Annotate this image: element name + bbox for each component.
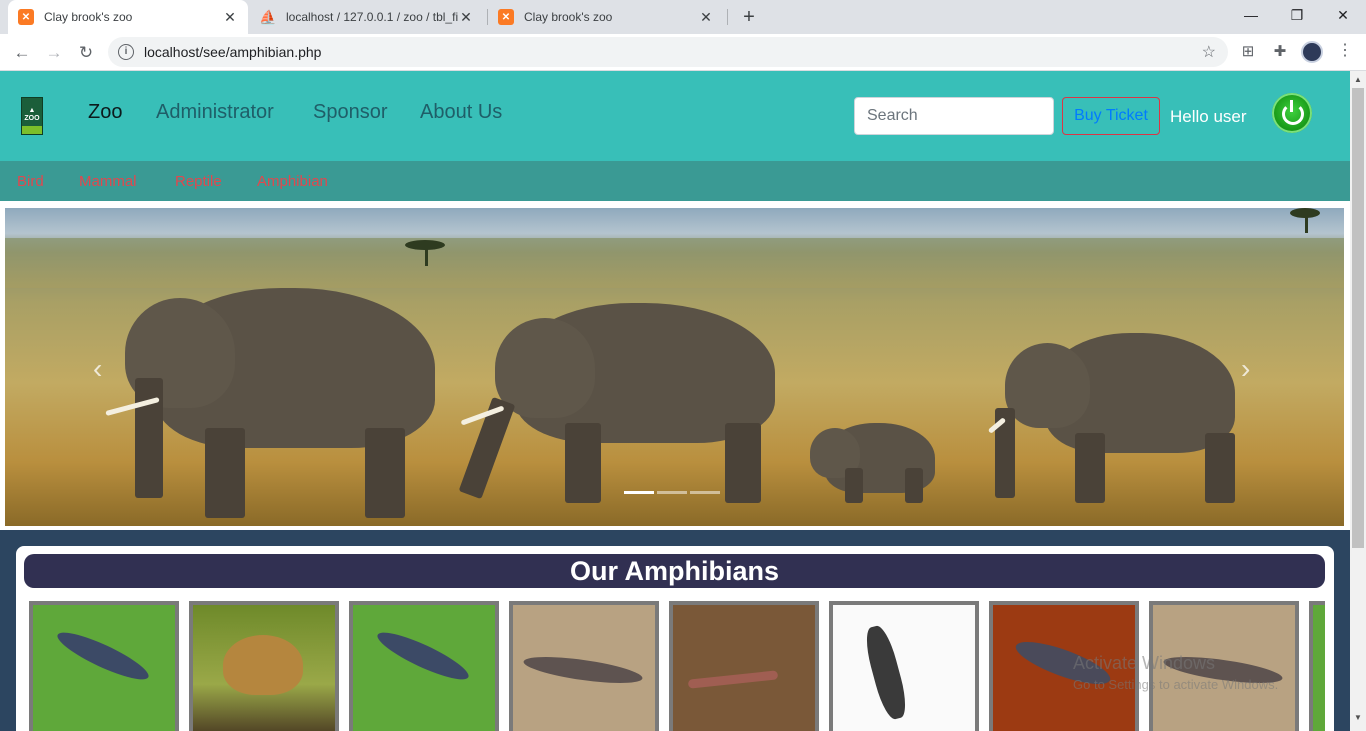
page-viewport: ▲ ZOO Zoo Administrator Sponsor About Us …: [0, 71, 1350, 731]
nav-brand-zoo[interactable]: Zoo: [88, 101, 122, 124]
carousel-prev-icon[interactable]: ‹: [93, 353, 102, 385]
browser-tab-2[interactable]: ⛵ localhost / 127.0.0.1 / zoo / tbl_fi ✕: [250, 0, 484, 34]
forward-arrow-icon[interactable]: →: [40, 39, 68, 67]
xampp-favicon-icon: ✕: [18, 9, 34, 25]
acacia-trunk: [425, 246, 428, 266]
elephant-leg: [365, 428, 405, 518]
subnav-link-bird[interactable]: Bird: [17, 173, 44, 190]
buy-ticket-button[interactable]: Buy Ticket: [1062, 97, 1160, 135]
carousel-next-icon[interactable]: ›: [1241, 353, 1250, 385]
amphibian-image: [33, 605, 175, 731]
amphibian-thumbnail[interactable]: [189, 601, 339, 731]
carousel-indicator[interactable]: [690, 491, 720, 494]
nav-link-administrator[interactable]: Administrator: [156, 101, 274, 124]
close-tab-icon[interactable]: ✕: [222, 9, 238, 26]
hero-carousel[interactable]: ‹ ›: [5, 208, 1344, 526]
browser-tab-3[interactable]: ✕ Clay brook's zoo ✕: [488, 0, 724, 34]
scroll-up-icon[interactable]: ▲: [1354, 75, 1362, 84]
extensions-puzzle-icon[interactable]: ✚: [1270, 42, 1290, 62]
apps-grid-icon[interactable]: ⊞: [1238, 42, 1258, 62]
address-bar[interactable]: i localhost/see/amphibian.php ☆: [108, 37, 1228, 67]
browser-tabstrip: ✕ Clay brook's zoo ✕ ⛵ localhost / 127.0…: [0, 0, 1366, 34]
browser-tab-1[interactable]: ✕ Clay brook's zoo ✕: [8, 0, 248, 34]
salamander-shape: [861, 623, 911, 722]
category-subnav: Bird Mammal Reptile Amphibian: [0, 161, 1350, 201]
reload-icon[interactable]: ↻: [72, 39, 100, 67]
tab-title: localhost / 127.0.0.1 / zoo / tbl_fi: [286, 10, 458, 24]
browser-toolbar: ← → ↻ i localhost/see/amphibian.php ☆ ⊞ …: [0, 34, 1366, 71]
amphibian-thumbnail[interactable]: [509, 601, 659, 731]
windows-watermark-title: Activate Windows: [1073, 653, 1216, 673]
frog-shape: [223, 635, 303, 695]
carousel-indicator[interactable]: [657, 491, 687, 494]
subnav-link-mammal[interactable]: Mammal: [79, 173, 137, 190]
xampp-favicon-icon: ✕: [498, 9, 514, 25]
user-greeting: Hello user: [1170, 107, 1247, 126]
subnav-link-reptile[interactable]: Reptile: [175, 173, 222, 190]
tab-title: Clay brook's zoo: [44, 10, 133, 24]
acacia-trunk: [1305, 213, 1308, 233]
close-tab-icon[interactable]: ✕: [698, 9, 714, 26]
profile-avatar[interactable]: [1301, 41, 1323, 63]
subnav-link-amphibian[interactable]: Amphibian: [257, 173, 328, 190]
nav-link-sponsor[interactable]: Sponsor: [313, 101, 388, 124]
elephant-leg: [725, 423, 761, 503]
power-logout-icon[interactable]: [1272, 93, 1312, 133]
amphibian-thumbnail[interactable]: [669, 601, 819, 731]
elephant-leg: [1205, 433, 1235, 503]
carousel-indicator[interactable]: [624, 491, 654, 494]
scrollbar-thumb[interactable]: [1352, 88, 1364, 548]
tab-title: Clay brook's zoo: [524, 10, 613, 24]
elephant-leg: [1075, 433, 1105, 503]
amphibian-thumbnail[interactable]: [29, 601, 179, 731]
top-navbar: ▲ ZOO Zoo Administrator Sponsor About Us …: [0, 71, 1350, 161]
amphibian-image: [673, 605, 815, 731]
back-arrow-icon[interactable]: ←: [8, 39, 36, 67]
address-url: localhost/see/amphibian.php: [144, 44, 322, 60]
salamander-shape: [373, 624, 473, 688]
page-scrollbar[interactable]: ▲ ▼: [1350, 71, 1366, 731]
bookmark-star-icon[interactable]: ☆: [1202, 42, 1216, 62]
elephant-leg: [845, 468, 863, 503]
phpmyadmin-favicon-icon: ⛵: [259, 8, 277, 25]
close-tab-icon[interactable]: ✕: [458, 9, 474, 26]
new-tab-icon[interactable]: +: [738, 5, 760, 29]
elephant-leg: [905, 468, 923, 503]
search-input[interactable]: [854, 97, 1054, 135]
zoo-logo[interactable]: ▲ ZOO: [21, 97, 43, 135]
amphibian-image: [1313, 605, 1325, 731]
amphibian-thumbnail[interactable]: [829, 601, 979, 731]
window-close-icon[interactable]: ✕: [1320, 0, 1366, 30]
site-info-icon[interactable]: i: [118, 44, 134, 60]
browser-menu-icon[interactable]: ⋮: [1337, 40, 1353, 60]
scroll-down-icon[interactable]: ▼: [1354, 713, 1362, 722]
caecilian-shape: [687, 670, 779, 689]
salamander-shape: [522, 651, 644, 689]
savanna-horizon: [5, 238, 1344, 288]
salamander-shape: [53, 624, 153, 688]
tab-separator: [727, 9, 728, 25]
amphibian-image: [193, 605, 335, 731]
logo-grass: [22, 126, 42, 134]
windows-watermark-subtitle: Go to Settings to activate Windows.: [1073, 677, 1279, 692]
amphibian-image: [353, 605, 495, 731]
elephant-trunk: [135, 378, 163, 498]
section-title: Our Amphibians: [24, 554, 1325, 588]
amphibian-image: [513, 605, 655, 731]
logo-mark: ▲ ZOO: [24, 107, 40, 122]
carousel-indicators: [624, 491, 720, 494]
elephant-leg: [565, 423, 601, 503]
elephant-leg: [205, 428, 245, 518]
amphibian-thumbnail-partial[interactable]: [1309, 601, 1325, 731]
minimize-icon[interactable]: —: [1228, 0, 1274, 30]
nav-link-about-us[interactable]: About Us: [420, 101, 502, 124]
elephant-head: [1005, 343, 1090, 428]
amphibian-thumbnail[interactable]: [349, 601, 499, 731]
restore-icon[interactable]: ❐: [1274, 0, 1320, 30]
amphibian-image: [833, 605, 975, 731]
